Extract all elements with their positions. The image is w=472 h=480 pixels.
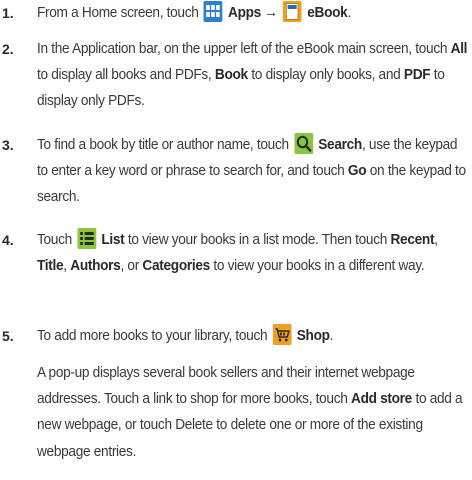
step-text: From a Home screen, touch — [37, 4, 199, 21]
step-number: 1. — [2, 5, 14, 21]
shop-cart-icon — [272, 324, 292, 345]
step-number: 5. — [2, 328, 14, 344]
ebook-label: eBook — [307, 4, 348, 21]
book-label: Book — [214, 66, 248, 84]
pdf-label: PDF — [403, 66, 431, 84]
title-label: Title — [37, 257, 64, 275]
shop-label: Shop — [296, 327, 330, 344]
list-label: List — [101, 231, 125, 248]
add-store-label: Add store — [351, 390, 412, 408]
search-icon — [294, 133, 313, 154]
all-label: All — [450, 40, 468, 57]
step-number: 4. — [2, 232, 14, 248]
arrow: → — [264, 4, 278, 21]
search-label: Search — [318, 136, 362, 153]
go-label: Go — [347, 162, 367, 180]
step-number: 2. — [2, 41, 14, 57]
apps-grid-icon — [203, 1, 223, 22]
ebook-icon — [283, 1, 302, 22]
step-5-note: A pop-up displays several book sellers a… — [37, 364, 463, 460]
authors-label: Authors — [70, 257, 121, 275]
recent-label: Recent — [390, 231, 435, 248]
list-icon — [77, 228, 97, 249]
step-number: 3. — [2, 137, 14, 153]
apps-label: Apps — [228, 4, 261, 21]
categories-label: Categories — [142, 257, 210, 275]
